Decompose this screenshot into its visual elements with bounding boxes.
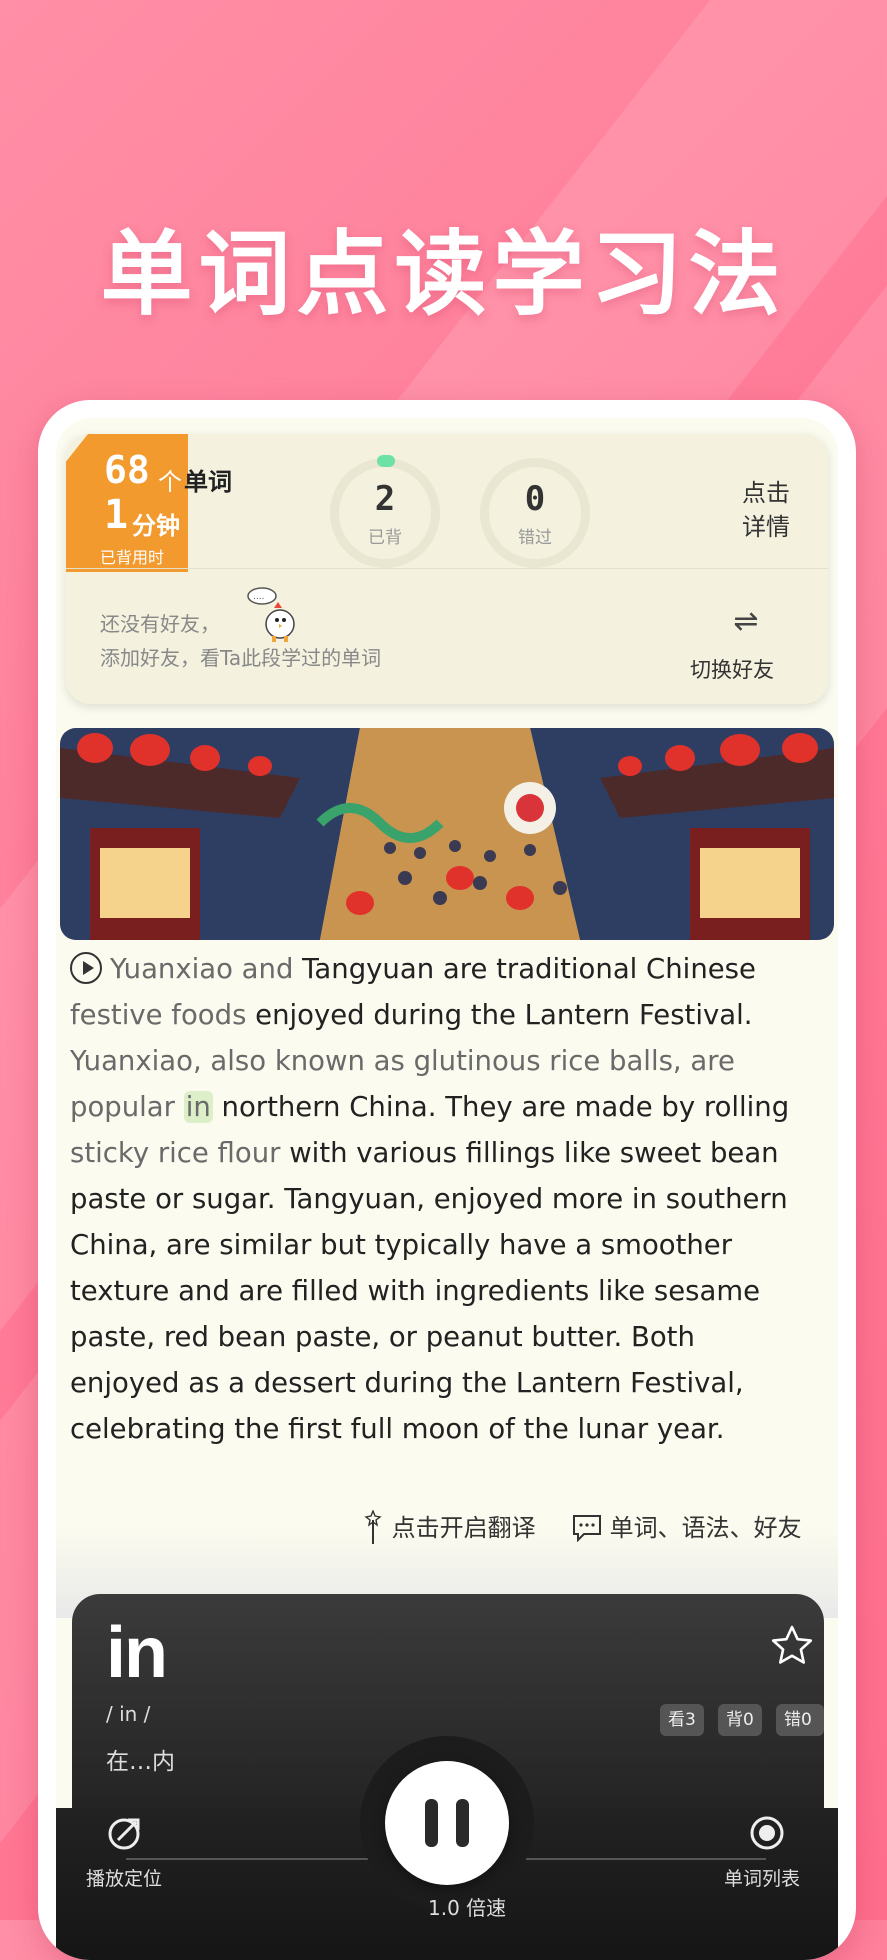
- passage-line: sticky rice flour with various fillings …: [70, 1130, 830, 1176]
- word-unit: 单词: [184, 468, 232, 496]
- word-list-icon[interactable]: [748, 1814, 786, 1852]
- minutes-unit: 分钟: [132, 512, 180, 540]
- progress-dot: [377, 455, 395, 467]
- switch-arrows-icon[interactable]: ⇌: [726, 604, 766, 639]
- reading-passage: Yuanxiao and Tangyuan are traditional Ch…: [70, 946, 830, 1452]
- missed-label: 错过: [518, 528, 552, 548]
- passage-span[interactable]: popular: [70, 1091, 175, 1123]
- wrong-count-badge: 错0: [776, 1704, 824, 1736]
- divider: [66, 568, 828, 569]
- locate-icon[interactable]: [106, 1814, 144, 1852]
- notes-label: 单词、语法、好友: [609, 1514, 802, 1542]
- magic-wand-icon: [364, 1509, 382, 1544]
- passage-span[interactable]: festive foods: [70, 999, 246, 1031]
- word-meaning: 在…内: [106, 1749, 175, 1775]
- promo-title: 单词点读学习法: [100, 221, 787, 328]
- memorized-count: 2: [374, 479, 396, 519]
- pause-icon: [425, 1799, 438, 1847]
- time-label: 已背用时: [100, 548, 165, 567]
- memorized-ring: 2 已背: [330, 455, 440, 568]
- passage-span[interactable]: northern China. They are made by rolling: [213, 1091, 790, 1123]
- comment-icon: [573, 1515, 601, 1543]
- locate-label[interactable]: 播放定位: [86, 1864, 162, 1891]
- passage-span[interactable]: enjoyed during the Lantern Festival.: [246, 999, 752, 1031]
- switch-friend-button[interactable]: 切换好友: [690, 654, 774, 684]
- passage-line[interactable]: paste or sugar. Tangyuan, enjoyed more i…: [70, 1176, 830, 1222]
- passage-line: festive foods enjoyed during the Lantern…: [70, 992, 830, 1038]
- notes-action[interactable]: 单词、语法、好友: [572, 1508, 802, 1543]
- passage-span[interactable]: Tangyuan are traditional Chinese: [293, 953, 756, 985]
- phone-frame: 68 个 单词 1 分钟 已背用时 2 已背 0 错过 点击 详情 还没有好友，…: [38, 400, 856, 1960]
- pause-icon: [456, 1799, 469, 1847]
- lantern-festival-illustration: [60, 728, 834, 940]
- word-unit-ge: 个: [158, 468, 182, 496]
- phonetic: / in /: [106, 1702, 151, 1726]
- svg-text:....: ....: [253, 592, 264, 602]
- passage-line[interactable]: texture and are filled with ingredients …: [70, 1268, 830, 1314]
- passage-span[interactable]: with various fillings like sweet bean: [280, 1137, 778, 1169]
- favorite-star-icon[interactable]: [770, 1624, 814, 1668]
- highlighted-word[interactable]: in: [183, 1091, 213, 1123]
- translate-action[interactable]: 点击开启翻译: [362, 1508, 536, 1544]
- passage-span[interactable]: Yuanxiao, also known as glutinous rice b…: [70, 1045, 735, 1077]
- current-word: in: [106, 1613, 168, 1693]
- app-screen: 68 个 单词 1 分钟 已背用时 2 已背 0 错过 点击 详情 还没有好友，…: [56, 418, 838, 1960]
- chick-mascot-icon: ....: [247, 587, 295, 642]
- memorized-label: 已背: [368, 528, 402, 548]
- details-line2: 详情: [742, 513, 790, 541]
- details-line1: 点击: [742, 479, 790, 507]
- passage-line: Yuanxiao and Tangyuan are traditional Ch…: [70, 946, 830, 992]
- passage-line[interactable]: enjoyed as a dessert during the Lantern …: [70, 1360, 830, 1406]
- minutes-count: 1: [104, 492, 129, 538]
- passage-line: Yuanxiao, also known as glutinous rice b…: [70, 1038, 830, 1084]
- play-audio-icon[interactable]: [70, 952, 102, 984]
- passage-line[interactable]: paste, red bean paste, or peanut butter.…: [70, 1314, 830, 1360]
- word-list-label[interactable]: 单词列表: [724, 1864, 800, 1891]
- passage-span[interactable]: Yuanxiao and: [110, 953, 293, 985]
- passage-span[interactable]: sticky rice flour: [70, 1137, 280, 1169]
- stats-card: 68 个 单词 1 分钟 已背用时 2 已背 0 错过 点击 详情 还没有好友，…: [66, 434, 828, 704]
- missed-count: 0: [524, 479, 546, 519]
- add-friend-hint[interactable]: 添加好友，看Ta此段学过的单词: [100, 642, 381, 671]
- recite-count-badge: 背0: [718, 1704, 762, 1736]
- word-count: 68: [104, 448, 150, 492]
- details-button[interactable]: 点击 详情: [726, 476, 806, 544]
- passage-line[interactable]: celebrating the first full moon of the l…: [70, 1406, 830, 1452]
- no-friends-text: 还没有好友，: [100, 612, 220, 636]
- passage-line: popular in northern China. They are made…: [70, 1084, 830, 1130]
- look-count-badge: 看3: [660, 1704, 704, 1736]
- pause-button[interactable]: [385, 1761, 509, 1885]
- missed-ring: 0 错过: [480, 458, 590, 568]
- speed-button[interactable]: 1.0 倍速: [428, 1892, 506, 1921]
- translate-label: 点击开启翻译: [391, 1514, 536, 1542]
- passage-line[interactable]: China, are similar but typically have a …: [70, 1222, 830, 1268]
